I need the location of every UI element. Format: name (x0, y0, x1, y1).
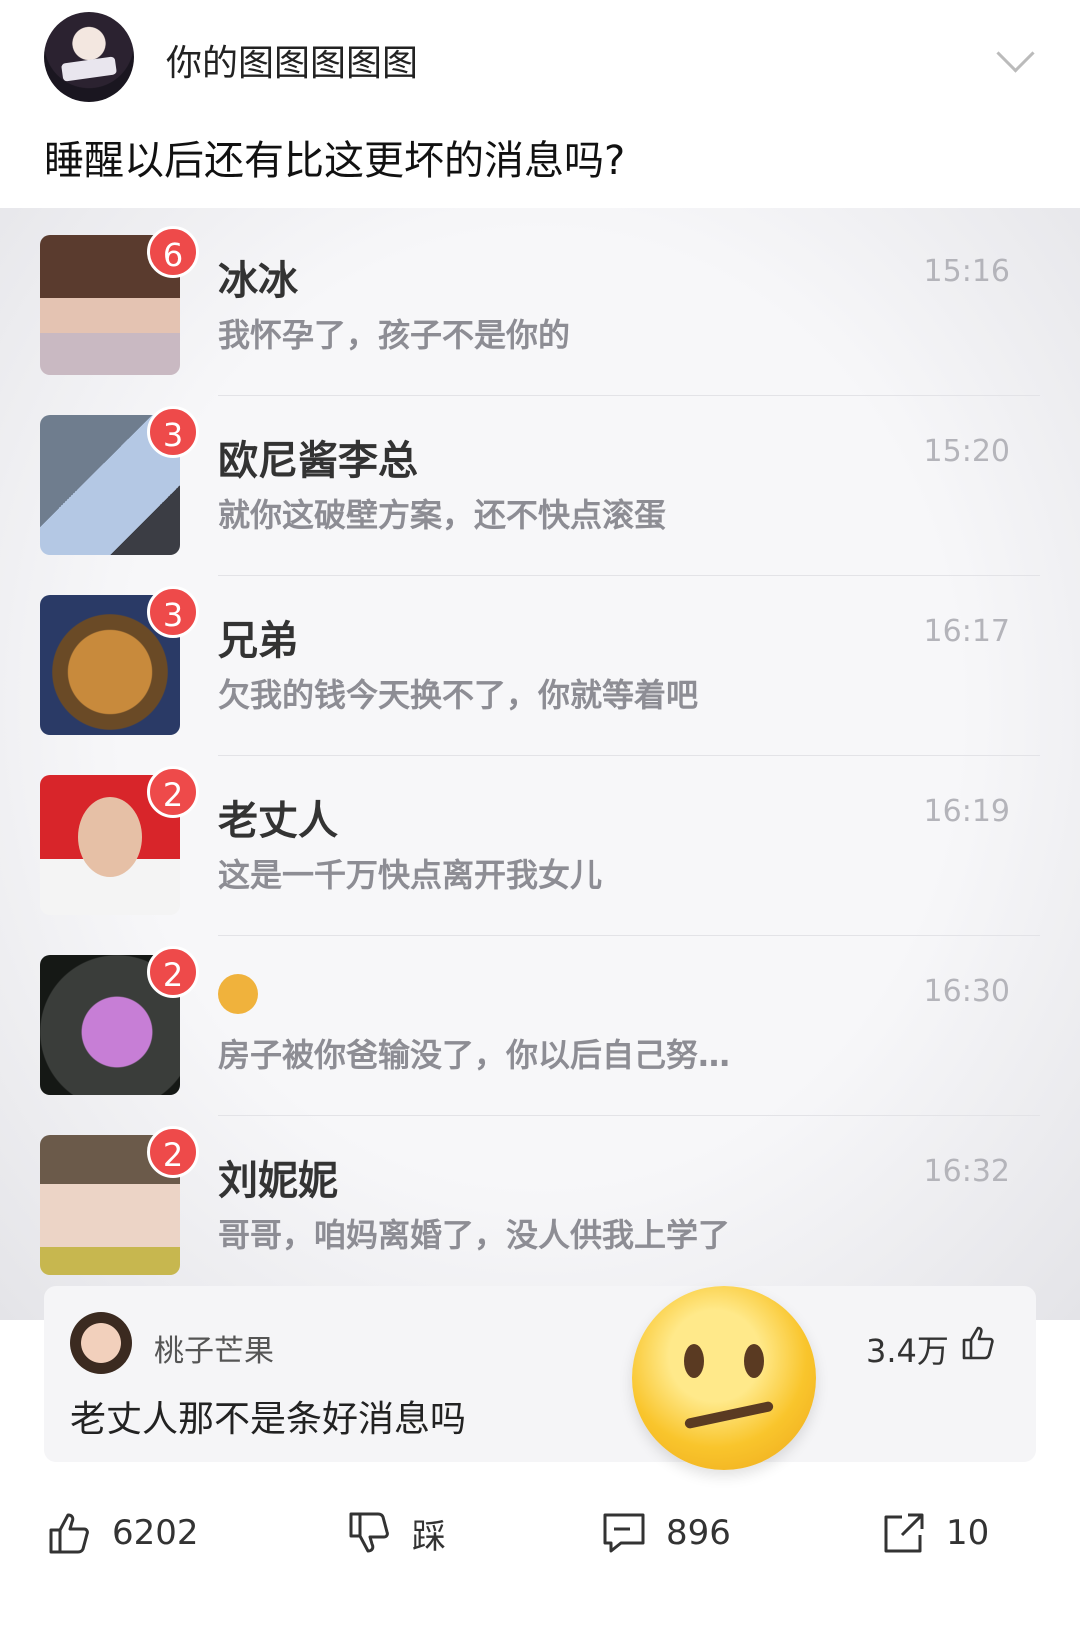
share-icon (884, 1513, 924, 1553)
message-time: 15:16 (923, 254, 1010, 289)
commenter-username[interactable]: 桃子芒果 (154, 1326, 274, 1370)
author-avatar[interactable] (44, 12, 134, 102)
message-preview: 房子被你爸输没了，你以后自己努… (218, 1036, 731, 1074)
chat-row: 2 房子被你爸输没了，你以后自己努… 16:30 (0, 928, 1080, 1116)
message-time: 16:30 (923, 974, 1010, 1009)
thumbs-up-icon (49, 1513, 89, 1554)
contact-name: 老丈人 (218, 798, 338, 844)
commenter-avatar[interactable] (70, 1312, 132, 1374)
unread-badge: 2 (147, 766, 199, 818)
like-button[interactable]: 6202 (46, 1508, 199, 1558)
message-preview: 哥哥，咱妈离婚了，没人供我上学了 (218, 1216, 731, 1254)
unread-badge: 3 (147, 586, 199, 638)
contact-name: 刘妮妮 (218, 1158, 338, 1204)
message-time: 16:17 (923, 614, 1010, 649)
chat-row: 6 冰冰 我怀孕了，孩子不是你的 15:16 (0, 208, 1080, 396)
post-text: 睡醒以后还有比这更坏的消息吗? (44, 138, 626, 184)
unread-badge: 2 (147, 946, 199, 998)
author-username[interactable]: 你的图图图图图 (166, 34, 418, 86)
share-button[interactable]: 10 (880, 1508, 989, 1558)
message-preview: 欠我的钱今天换不了，你就等着吧 (218, 676, 699, 714)
chat-row: 3 兄弟 欠我的钱今天换不了，你就等着吧 16:17 (0, 568, 1080, 756)
unread-badge: 6 (147, 226, 199, 278)
contact-name: 欧尼酱李总 (218, 438, 418, 484)
message-time: 16:32 (923, 1154, 1010, 1189)
like-count: 6202 (112, 1513, 199, 1553)
message-preview: 我怀孕了，孩子不是你的 (218, 316, 571, 354)
contact-name: 冰冰 (218, 258, 298, 304)
dislike-label: 踩 (412, 1516, 446, 1557)
chat-row: 3 欧尼酱李总 就你这破壁方案，还不快点滚蛋 15:20 (0, 388, 1080, 576)
unread-badge: 3 (147, 406, 199, 458)
thumbs-up-icon[interactable] (958, 1322, 998, 1362)
contact-name: 兄弟 (218, 618, 298, 664)
dislike-button[interactable]: 踩 (346, 1508, 446, 1558)
neutral-face-emoji-icon (632, 1286, 816, 1470)
comment-text: 老丈人那不是条好消息吗 (70, 1399, 467, 1440)
chat-row: 2 刘妮妮 哥哥，咱妈离婚了，没人供我上学了 16:32 (0, 1108, 1080, 1296)
comment-count: 896 (666, 1513, 731, 1553)
message-preview: 这是一千万快点离开我女儿 (218, 856, 603, 894)
comment-button[interactable]: 896 (600, 1508, 731, 1558)
message-time: 15:20 (923, 434, 1010, 469)
top-comment[interactable]: 桃子芒果 老丈人那不是条好消息吗 3.4万 (44, 1286, 1036, 1462)
comment-like-count: 3.4万 (866, 1332, 949, 1370)
message-time: 16:19 (923, 794, 1010, 829)
chevron-down-icon[interactable] (996, 34, 1035, 73)
person-emoji-icon (218, 974, 258, 1014)
share-count: 10 (946, 1513, 990, 1553)
chat-row: 2 老丈人 这是一千万快点离开我女儿 16:19 (0, 748, 1080, 936)
message-preview: 就你这破壁方案，还不快点滚蛋 (218, 496, 667, 534)
post-action-bar: 6202 踩 896 10 (0, 1500, 1080, 1572)
thumbs-down-icon (349, 1512, 389, 1553)
unread-badge: 2 (147, 1126, 199, 1178)
comment-icon (603, 1513, 645, 1553)
chat-screenshot-image[interactable]: 6 冰冰 我怀孕了，孩子不是你的 15:16 3 欧尼酱李总 就你这破壁方案，还… (0, 208, 1080, 1320)
contact-name-emoji (218, 968, 258, 1018)
post-header: 你的图图图图图 (0, 0, 1080, 120)
